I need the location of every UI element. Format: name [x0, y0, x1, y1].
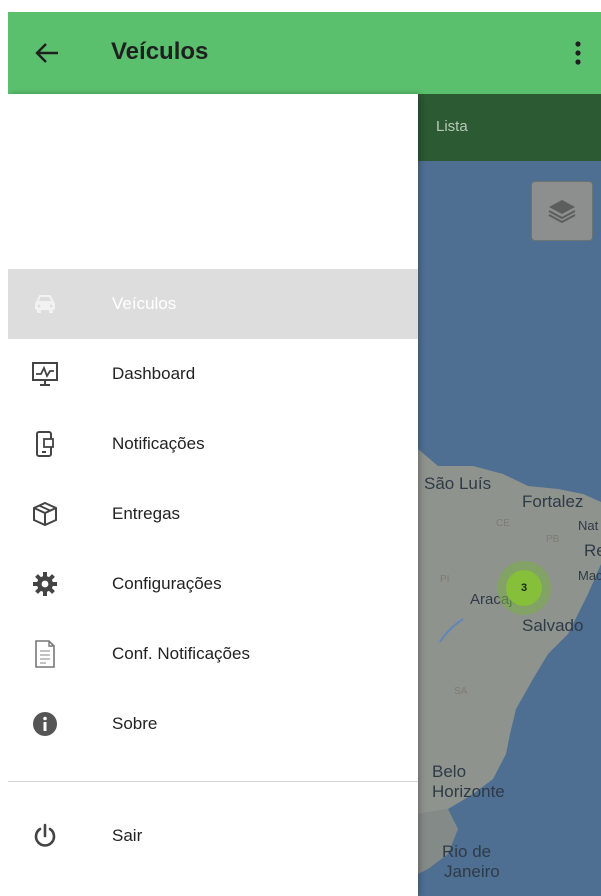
drawer-item-notificacoes[interactable]: Notificações	[8, 409, 418, 479]
app-screen: Lista São Luís Fortalez Nat Re Mac Araca…	[8, 12, 601, 896]
drawer-item-conf-notificacoes[interactable]: Conf. Notificações	[8, 619, 418, 689]
layers-icon	[548, 200, 576, 224]
city-label: Salvado	[522, 616, 584, 635]
page-title: Veículos	[111, 38, 209, 65]
tab-lista[interactable]: Lista	[436, 118, 468, 135]
gear-icon	[30, 569, 60, 599]
monitor-chart-icon	[30, 359, 60, 389]
state-label: PB	[546, 534, 560, 545]
vehicle-cluster-marker[interactable]: 3	[497, 561, 551, 615]
drawer-divider	[8, 781, 418, 782]
mobile-notification-icon	[30, 429, 60, 459]
drawer-item-label: Configurações	[112, 574, 222, 593]
drawer-item-label: Conf. Notificações	[112, 644, 250, 663]
more-vertical-icon	[575, 41, 581, 65]
app-bar: Veículos	[8, 12, 601, 94]
city-label: Rio de	[442, 842, 492, 861]
city-label: Mac	[578, 568, 601, 583]
drawer-item-sobre[interactable]: Sobre	[8, 689, 418, 759]
navigation-drawer: Veículos Dashboard Notificações Entregas…	[8, 94, 418, 896]
power-icon	[30, 821, 60, 851]
city-label: Janeiro	[444, 862, 500, 881]
cluster-count: 3	[506, 570, 542, 606]
drawer-item-sair[interactable]: Sair	[8, 801, 418, 871]
overflow-menu-button[interactable]	[563, 36, 593, 70]
state-label: PI	[440, 574, 450, 585]
state-label: SA	[454, 686, 468, 697]
city-label: São Luís	[424, 474, 492, 493]
drawer-item-label: Entregas	[112, 504, 181, 523]
city-label: Nat	[578, 518, 599, 533]
city-label: Re	[584, 541, 601, 560]
city-label: Fortalez	[522, 492, 584, 511]
city-label: Horizonte	[432, 782, 505, 801]
package-icon	[30, 499, 60, 529]
map-view[interactable]: Lista São Luís Fortalez Nat Re Mac Araca…	[418, 94, 601, 896]
drawer-item-label: Sobre	[112, 714, 158, 733]
layers-button[interactable]	[531, 181, 593, 241]
car-icon	[30, 289, 60, 319]
drawer-item-entregas[interactable]: Entregas	[8, 479, 418, 549]
city-label: Belo	[432, 762, 467, 781]
drawer-item-configuracoes[interactable]: Configurações	[8, 549, 418, 619]
map-tabbar: Lista	[418, 94, 601, 161]
info-icon	[30, 709, 60, 739]
state-label: CE	[496, 518, 510, 529]
back-button[interactable]	[30, 36, 64, 70]
drawer-item-label: Sair	[112, 826, 143, 845]
drawer-item-label: Veículos	[112, 294, 177, 313]
drawer-item-label: Notificações	[112, 434, 205, 453]
arrow-left-icon	[35, 43, 58, 63]
drawer-item-label: Dashboard	[112, 364, 196, 383]
drawer-item-veiculos[interactable]: Veículos	[8, 269, 418, 339]
drawer-item-dashboard[interactable]: Dashboard	[8, 339, 418, 409]
document-icon	[30, 639, 60, 669]
